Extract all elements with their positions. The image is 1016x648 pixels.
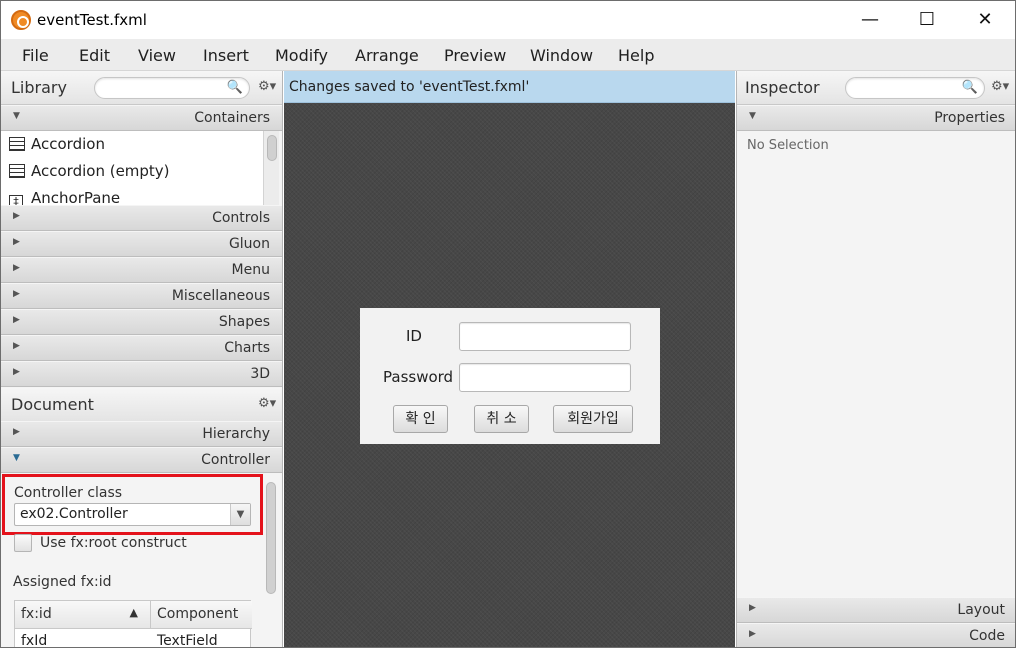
fxid-table: fx:id ▲ Component fxId TextField: [14, 600, 252, 647]
app-window: eventTest.fxml — ☐ ✕ File Edit View Inse…: [0, 0, 1016, 648]
expand-arrow-icon: ▼: [13, 111, 20, 121]
collapse-arrow-icon: ▶: [13, 211, 20, 221]
menu-arrange[interactable]: Arrange: [355, 46, 419, 65]
section-gluon[interactable]: ▶ Gluon: [1, 231, 282, 257]
section-miscellaneous[interactable]: ▶ Miscellaneous: [1, 283, 282, 309]
table-cell-component[interactable]: TextField: [151, 630, 224, 647]
column-header-component[interactable]: Component: [151, 601, 252, 629]
containers-list: Accordion Accordion (empty) ‡ AnchorPane: [1, 131, 263, 205]
menu-help[interactable]: Help: [618, 46, 654, 65]
section-charts[interactable]: ▶ Charts: [1, 335, 282, 361]
library-search-input[interactable]: 🔍: [94, 77, 250, 99]
id-label: ID: [406, 327, 422, 345]
scroll-thumb[interactable]: [266, 482, 276, 594]
section-controls[interactable]: ▶ Controls: [1, 205, 282, 231]
accordion-icon: [9, 137, 25, 151]
fxroot-label: Use fx:root construct: [40, 535, 187, 551]
section-code[interactable]: ▶ Code: [737, 623, 1015, 647]
menu-file[interactable]: File: [22, 46, 49, 65]
accordion-icon: [9, 164, 25, 178]
menu-window[interactable]: Window: [530, 46, 593, 65]
section-shapes[interactable]: ▶ Shapes: [1, 309, 282, 335]
section-3d[interactable]: ▶ 3D: [1, 361, 282, 387]
inspector-gear-icon[interactable]: ⚙▾: [991, 79, 1009, 94]
inspector-panel: Inspector 🔍 ⚙▾ ▼ Properties No Selection…: [736, 71, 1015, 647]
document-gear-icon[interactable]: ⚙▾: [258, 396, 276, 411]
library-header: Library 🔍 ⚙▾: [1, 71, 282, 105]
search-icon: 🔍: [961, 80, 978, 95]
document-scrollbar[interactable]: [263, 474, 279, 647]
list-item[interactable]: ‡ AnchorPane: [9, 189, 120, 205]
collapse-arrow-icon: ▶: [13, 341, 20, 351]
menu-preview[interactable]: Preview: [444, 46, 506, 65]
section-menu[interactable]: ▶ Menu: [1, 257, 282, 283]
expand-arrow-icon: ▼: [749, 111, 756, 121]
inspector-search-input[interactable]: 🔍: [845, 77, 985, 99]
table-cell-fxid[interactable]: fxId: [15, 630, 53, 647]
section-properties[interactable]: ▼ Properties: [737, 105, 1015, 131]
collapse-arrow-icon: ▶: [13, 237, 20, 247]
maximize-button[interactable]: ☐: [904, 1, 950, 39]
library-scrollbar[interactable]: [263, 131, 279, 205]
inspector-header: Inspector 🔍 ⚙▾: [737, 71, 1015, 105]
collapse-arrow-icon: ▶: [13, 315, 20, 325]
inspector-title: Inspector: [745, 78, 820, 97]
menu-bar: File Edit View Insert Modify Arrange Pre…: [1, 39, 1015, 71]
collapse-arrow-icon: ▶: [13, 263, 20, 273]
document-header: Document ⚙▾: [1, 388, 282, 422]
id-field[interactable]: [459, 322, 631, 351]
library-gear-icon[interactable]: ⚙▾: [258, 79, 276, 94]
menu-edit[interactable]: Edit: [79, 46, 110, 65]
expand-arrow-icon: ▼: [13, 453, 20, 463]
list-item[interactable]: Accordion (empty): [9, 162, 170, 188]
content-panel: Changes saved to 'eventTest.fxml' ID Pas…: [284, 71, 735, 647]
column-header-fxid[interactable]: fx:id ▲: [15, 601, 151, 629]
search-icon: 🔍: [226, 80, 243, 95]
list-item[interactable]: Accordion: [9, 135, 105, 161]
login-form-preview[interactable]: ID Password 확 인 취 소 회원가입: [360, 308, 660, 444]
menu-modify[interactable]: Modify: [275, 46, 328, 65]
section-hierarchy[interactable]: ▶ Hierarchy: [1, 421, 282, 447]
signup-button[interactable]: 회원가입: [553, 405, 633, 433]
section-containers[interactable]: ▼ Containers: [1, 105, 282, 131]
window-title: eventTest.fxml: [37, 11, 147, 29]
title-bar: eventTest.fxml — ☐ ✕: [1, 1, 1015, 39]
left-panel: Library 🔍 ⚙▾ ▼ Containers Accordion Acco…: [1, 71, 283, 647]
password-label: Password: [383, 368, 454, 386]
collapse-arrow-icon: ▶: [13, 289, 20, 299]
collapse-arrow-icon: ▶: [13, 367, 20, 377]
menu-insert[interactable]: Insert: [203, 46, 249, 65]
menu-view[interactable]: View: [138, 46, 176, 65]
scroll-thumb[interactable]: [267, 135, 277, 161]
no-selection-text: No Selection: [747, 138, 829, 153]
anchorpane-icon: ‡: [9, 195, 23, 205]
collapse-arrow-icon: ▶: [749, 603, 756, 613]
collapse-arrow-icon: ▶: [749, 629, 756, 639]
document-title: Document: [11, 395, 94, 414]
section-label: Containers: [194, 110, 270, 126]
sort-ascending-icon: ▲: [129, 606, 138, 619]
section-controller[interactable]: ▼ Controller: [1, 447, 282, 473]
library-title: Library: [11, 78, 67, 97]
highlight-annotation: [2, 474, 263, 535]
assigned-fxid-label: Assigned fx:id: [13, 574, 112, 590]
fxroot-checkbox[interactable]: [14, 534, 32, 552]
status-bar: Changes saved to 'eventTest.fxml': [284, 71, 735, 103]
section-layout[interactable]: ▶ Layout: [737, 597, 1015, 623]
minimize-button[interactable]: —: [847, 1, 893, 39]
confirm-button[interactable]: 확 인: [393, 405, 448, 433]
collapse-arrow-icon: ▶: [13, 427, 20, 437]
close-button[interactable]: ✕: [962, 1, 1008, 39]
status-message: Changes saved to 'eventTest.fxml': [289, 79, 530, 95]
cancel-button[interactable]: 취 소: [474, 405, 529, 433]
scene-builder-logo-icon: [11, 10, 31, 30]
password-field[interactable]: [459, 363, 631, 392]
